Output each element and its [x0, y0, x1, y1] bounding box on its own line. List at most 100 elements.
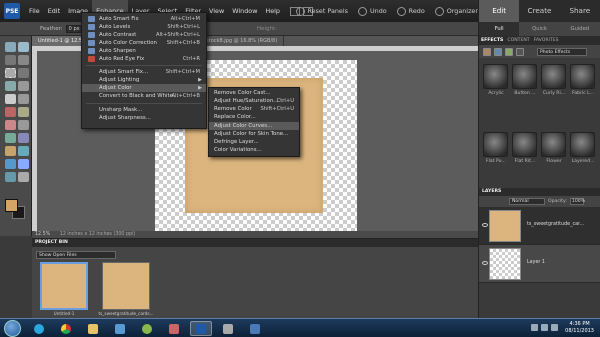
menu-item-auto-red-eye-fix[interactable]: Auto Red Eye Fix Ctrl+R: [82, 55, 206, 63]
taskbar-app[interactable]: [136, 321, 158, 336]
layer-row[interactable]: Layer 1: [479, 245, 600, 283]
submenu-item-replace-color[interactable]: Replace Color...: [209, 113, 299, 121]
eyedropper-tool-icon[interactable]: [18, 55, 29, 65]
type-tool-icon[interactable]: [5, 94, 16, 104]
taskbar-chrome[interactable]: [55, 321, 77, 336]
organizer-icon: [434, 6, 444, 16]
quick-selection-tool-icon[interactable]: [18, 81, 29, 91]
menu-item-auto-color-correction[interactable]: Auto Color Correction Shift+Ctrl+B: [82, 39, 206, 47]
tab-create[interactable]: Create: [519, 0, 559, 22]
toolbox: [0, 36, 32, 236]
redo-button[interactable]: Redo: [396, 6, 425, 16]
tab-guided[interactable]: Guided: [560, 22, 600, 36]
undo-button[interactable]: Undo: [357, 6, 387, 16]
menu-item-adjust-color[interactable]: Adjust Color ▶: [82, 84, 206, 92]
effect-thumbnail[interactable]: [512, 132, 537, 157]
tab-share[interactable]: Share: [560, 0, 600, 22]
menu-edit[interactable]: Edit: [44, 0, 64, 22]
bin-thumbnail-untitled[interactable]: [40, 262, 88, 310]
clone-stamp-tool-icon[interactable]: [5, 120, 16, 130]
hand-tool-icon[interactable]: [5, 55, 16, 65]
zoom-tool-icon[interactable]: [18, 42, 29, 52]
effect-thumbnail[interactable]: [541, 132, 566, 157]
menu-item-auto-smart-fix[interactable]: Auto Smart Fix Alt+Ctrl+M: [82, 15, 206, 23]
effect-thumbnail[interactable]: [483, 132, 508, 157]
move-tool-icon[interactable]: [5, 42, 16, 52]
opacity-input[interactable]: 100%: [569, 198, 585, 205]
gradient-tool-icon[interactable]: [18, 146, 29, 156]
tab-full[interactable]: Full: [479, 22, 520, 36]
network-icon[interactable]: [541, 324, 548, 331]
menu-item-unsharp-mask[interactable]: Unsharp Mask...: [82, 106, 206, 114]
visibility-eye-icon[interactable]: [482, 261, 488, 265]
tab-favorites[interactable]: FAVORITES: [534, 38, 559, 43]
taskbar-app[interactable]: [217, 321, 239, 336]
layer-styles-icon[interactable]: [494, 47, 502, 56]
taskbar-explorer[interactable]: [82, 321, 104, 336]
menu-help[interactable]: Help: [261, 0, 284, 22]
zoom-level[interactable]: 12.5%: [35, 232, 50, 237]
tab-quick[interactable]: Quick: [519, 22, 559, 36]
submenu-item-adjust-hue-saturation[interactable]: Adjust Hue/Saturation... Ctrl+U: [209, 97, 299, 105]
submenu-item-adjust-color-skin-tone[interactable]: Adjust Color for Skin Tone...: [209, 130, 299, 138]
blend-mode-select[interactable]: Normal: [509, 198, 545, 205]
submenu-item-defringe-layer[interactable]: Defringe Layer...: [209, 138, 299, 146]
submenu-item-adjust-color-curves[interactable]: Adjust Color Curves...: [209, 122, 299, 130]
filters-icon[interactable]: [483, 47, 491, 56]
taskbar-app[interactable]: [109, 321, 131, 336]
effect-thumbnail[interactable]: [541, 64, 566, 89]
submenu-item-remove-color[interactable]: Remove Color Shift+Ctrl+U: [209, 105, 299, 113]
sponge-tool-icon[interactable]: [5, 172, 16, 182]
menu-item-adjust-lighting[interactable]: Adjust Lighting ▶: [82, 76, 206, 84]
effect-thumbnail[interactable]: [570, 64, 595, 89]
organizer-button[interactable]: Organizer: [434, 6, 478, 16]
menu-item-convert-black-white[interactable]: Convert to Black and White... Alt+Ctrl+B: [82, 92, 206, 100]
reset-panels-button[interactable]: Reset Panels: [295, 6, 348, 16]
brush-tool-icon[interactable]: [5, 133, 16, 143]
clock[interactable]: 4:36 PM 08/11/2013: [565, 321, 594, 335]
smart-brush-tool-icon[interactable]: [18, 133, 29, 143]
menu-item-adjust-smart-fix[interactable]: Adjust Smart Fix... Shift+Ctrl+M: [82, 68, 206, 76]
tab-effects[interactable]: EFFECTS: [481, 38, 503, 43]
taskbar-photoshop-elements[interactable]: [190, 321, 212, 336]
healing-brush-tool-icon[interactable]: [18, 107, 29, 117]
photo-effects-icon[interactable]: [505, 47, 513, 56]
eraser-tool-icon[interactable]: [18, 120, 29, 130]
lasso-tool-icon[interactable]: [18, 68, 29, 78]
menu-file[interactable]: File: [25, 0, 44, 22]
blur-tool-icon[interactable]: [18, 159, 29, 169]
submenu-item-color-variations[interactable]: Color Variations...: [209, 146, 299, 154]
project-bin-filter[interactable]: Show Open Files: [36, 251, 116, 259]
menu-window[interactable]: Window: [228, 0, 261, 22]
all-effects-icon[interactable]: [516, 47, 524, 56]
marquee-tool-icon[interactable]: [5, 68, 16, 78]
taskbar-skype[interactable]: [28, 321, 50, 336]
effect-thumbnail[interactable]: [570, 132, 595, 157]
menu-item-auto-contrast[interactable]: Auto Contrast Alt+Shift+Ctrl+L: [82, 31, 206, 39]
volume-icon[interactable]: [551, 324, 558, 331]
tab-edit[interactable]: Edit: [479, 0, 520, 22]
submenu-item-remove-color-cast[interactable]: Remove Color Cast...: [209, 89, 299, 97]
effect-thumbnail[interactable]: [512, 64, 537, 89]
tab-content[interactable]: CONTENT: [507, 38, 529, 43]
effect-thumbnail[interactable]: [483, 64, 508, 89]
paint-bucket-tool-icon[interactable]: [5, 146, 16, 156]
visibility-eye-icon[interactable]: [482, 223, 488, 227]
red-eye-tool-icon[interactable]: [5, 107, 16, 117]
menu-item-auto-levels[interactable]: Auto Levels Shift+Ctrl+L: [82, 23, 206, 31]
menu-view[interactable]: View: [205, 0, 228, 22]
taskbar-app[interactable]: [163, 321, 185, 336]
bin-thumbnail-cardstock[interactable]: [102, 262, 150, 310]
layer-row[interactable]: ts_sweetgratitude_car...: [479, 207, 600, 245]
foreground-color-swatch[interactable]: [5, 199, 18, 212]
taskbar-app[interactable]: [244, 321, 266, 336]
menu-item-auto-sharpen[interactable]: Auto Sharpen: [82, 47, 206, 55]
shape-tool-icon[interactable]: [5, 159, 16, 169]
start-button[interactable]: [4, 320, 21, 337]
crop-tool-icon[interactable]: [18, 94, 29, 104]
effects-category-select[interactable]: Photo Effects: [537, 47, 587, 56]
magic-wand-tool-icon[interactable]: [5, 81, 16, 91]
menu-item-adjust-sharpness[interactable]: Adjust Sharpness...: [82, 114, 206, 122]
pencil-tool-icon[interactable]: [18, 172, 29, 182]
tray-icon[interactable]: [531, 324, 538, 331]
